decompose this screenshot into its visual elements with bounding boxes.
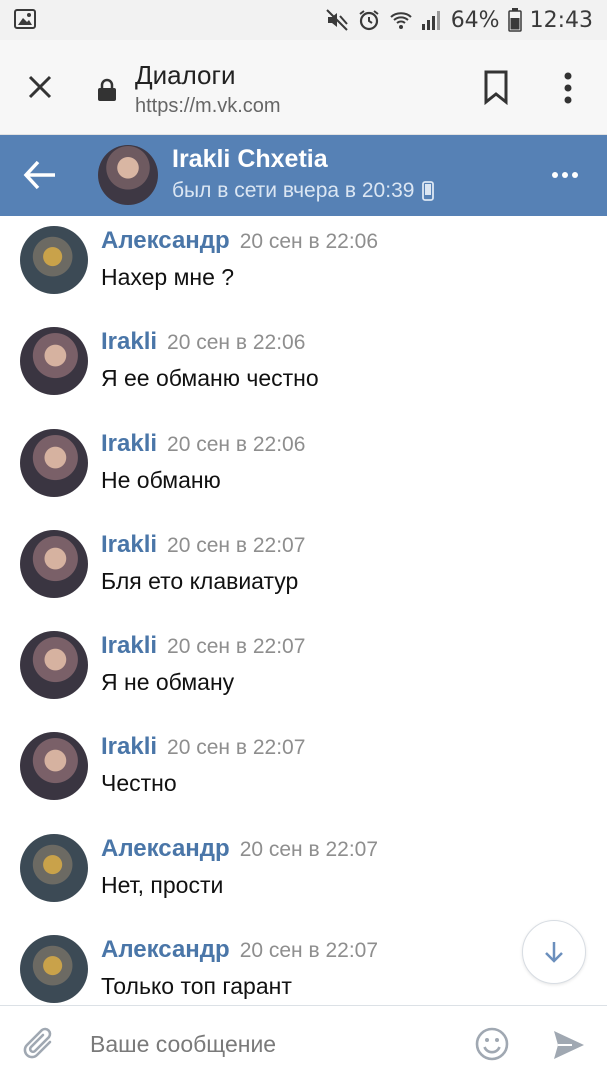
- sender-name[interactable]: Irakli: [101, 328, 157, 355]
- mobile-phone-icon: [422, 181, 435, 201]
- message-item[interactable]: Александр 20 сен в 22:07 Нет, прости: [0, 824, 607, 925]
- message-text: Не обманю: [101, 466, 221, 493]
- browser-bar: Диалоги https://m.vk.com: [0, 40, 607, 135]
- message-item[interactable]: Irakli 20 сен в 22:07 Бля ето клавиатур: [0, 520, 607, 621]
- last-seen-text: был в сети вчера в 20:39: [172, 179, 415, 202]
- message-text: Честно: [101, 770, 177, 797]
- message-composer: [0, 1005, 607, 1080]
- message-item[interactable]: Irakli 20 сен в 22:07 Я не обману: [0, 621, 607, 722]
- header-avatar[interactable]: [98, 145, 158, 205]
- contact-status: был в сети вчера в 20:39: [172, 179, 435, 203]
- message-time: 20 сен в 22:07: [167, 736, 306, 760]
- sender-avatar[interactable]: [20, 226, 88, 294]
- wifi-icon: [389, 12, 412, 29]
- message-item[interactable]: Александр 20 сен в 22:07 Только топ гарант: [0, 925, 607, 1005]
- message-text: Нахер мне ?: [101, 264, 235, 290]
- browser-url[interactable]: https://m.vk.com: [135, 95, 281, 118]
- sender-name[interactable]: Александр: [101, 227, 230, 254]
- sender-avatar[interactable]: [20, 935, 88, 1004]
- contact-name[interactable]: Irakli Chxetia: [172, 145, 328, 174]
- browser-page-title: Диалоги: [135, 60, 236, 90]
- message-time: 20 сен в 22:07: [239, 939, 379, 963]
- battery-percent: 64%: [450, 7, 500, 33]
- sender-name[interactable]: Irakli: [101, 632, 157, 659]
- sender-name[interactable]: Александр: [101, 936, 230, 963]
- message-time: 20 сен в 22:07: [167, 533, 306, 557]
- status-icons: 64% 12:43: [325, 0, 593, 40]
- sender-avatar[interactable]: [20, 833, 88, 902]
- message-time: 20 сен в 22:06: [167, 331, 306, 355]
- message-header: Александр 20 сен в 22:06: [101, 227, 378, 255]
- sender-name[interactable]: Irakli: [101, 531, 157, 558]
- more-icon[interactable]: [550, 163, 580, 187]
- arrow-down-icon: [545, 942, 563, 963]
- message-item[interactable]: Irakli 20 сен в 22:06 Я ее обманю честно: [0, 317, 607, 418]
- emoji-icon[interactable]: [474, 1026, 510, 1062]
- message-text: Нет, прости: [101, 871, 224, 898]
- attach-icon[interactable]: [20, 1024, 58, 1064]
- message-text: Я не обману: [101, 669, 235, 696]
- message-item[interactable]: Александр 20 сен в 22:06 Нахер мне ?: [0, 216, 607, 317]
- sender-avatar[interactable]: [20, 428, 88, 497]
- message-item[interactable]: Irakli 20 сен в 22:07 Честно: [0, 722, 607, 823]
- bookmark-icon[interactable]: [481, 69, 511, 105]
- message-header: Irakli 20 сен в 22:07: [101, 733, 305, 761]
- send-icon[interactable]: [551, 1028, 587, 1062]
- gallery-icon: [14, 9, 36, 29]
- sender-avatar[interactable]: [20, 732, 88, 801]
- back-arrow-icon[interactable]: [22, 158, 58, 192]
- mute-icon: [325, 9, 348, 31]
- message-header: Александр 20 сен в 22:07: [101, 936, 378, 964]
- message-text: Я ее обманю честно: [101, 365, 319, 392]
- sender-avatar[interactable]: [20, 327, 88, 396]
- message-header: Irakli 20 сен в 22:06: [101, 328, 305, 356]
- sender-avatar[interactable]: [20, 631, 88, 700]
- message-time: 20 сен в 22:07: [239, 837, 379, 861]
- message-header: Irakli 20 сен в 22:06: [101, 430, 305, 458]
- clock: 12:43: [529, 7, 593, 33]
- scroll-down-button[interactable]: [522, 920, 586, 984]
- battery-icon: [507, 8, 522, 32]
- sender-avatar[interactable]: [20, 529, 88, 598]
- message-time: 20 сен в 22:07: [167, 635, 306, 659]
- message-text: Бля ето клавиатур: [101, 567, 299, 594]
- sender-name[interactable]: Александр: [101, 835, 230, 862]
- message-text: Только топ гарант: [101, 973, 292, 1000]
- chat-header: Irakli Chxetia был в сети вчера в 20:39: [0, 135, 607, 216]
- sender-name[interactable]: Irakli: [101, 733, 157, 760]
- lock-icon: [98, 78, 116, 101]
- sender-name[interactable]: Irakli: [101, 430, 157, 457]
- kebab-menu-icon[interactable]: [556, 70, 580, 106]
- message-time: 20 сен в 22:06: [167, 432, 306, 456]
- message-input[interactable]: [78, 1024, 458, 1064]
- close-icon[interactable]: [22, 69, 58, 105]
- message-header: Irakli 20 сен в 22:07: [101, 531, 305, 559]
- status-bar: 64% 12:43: [0, 0, 607, 40]
- message-list[interactable]: Александр 20 сен в 22:06 Нахер мне ? Irakli…: [0, 216, 607, 1005]
- message-item[interactable]: Irakli 20 сен в 22:06 Не обманю: [0, 419, 607, 520]
- alarm-icon: [359, 10, 379, 31]
- message-header: Александр 20 сен в 22:07: [101, 835, 378, 863]
- signal-icon: [421, 11, 440, 30]
- message-header: Irakli 20 сен в 22:07: [101, 632, 305, 660]
- message-time: 20 сен в 22:06: [239, 230, 379, 253]
